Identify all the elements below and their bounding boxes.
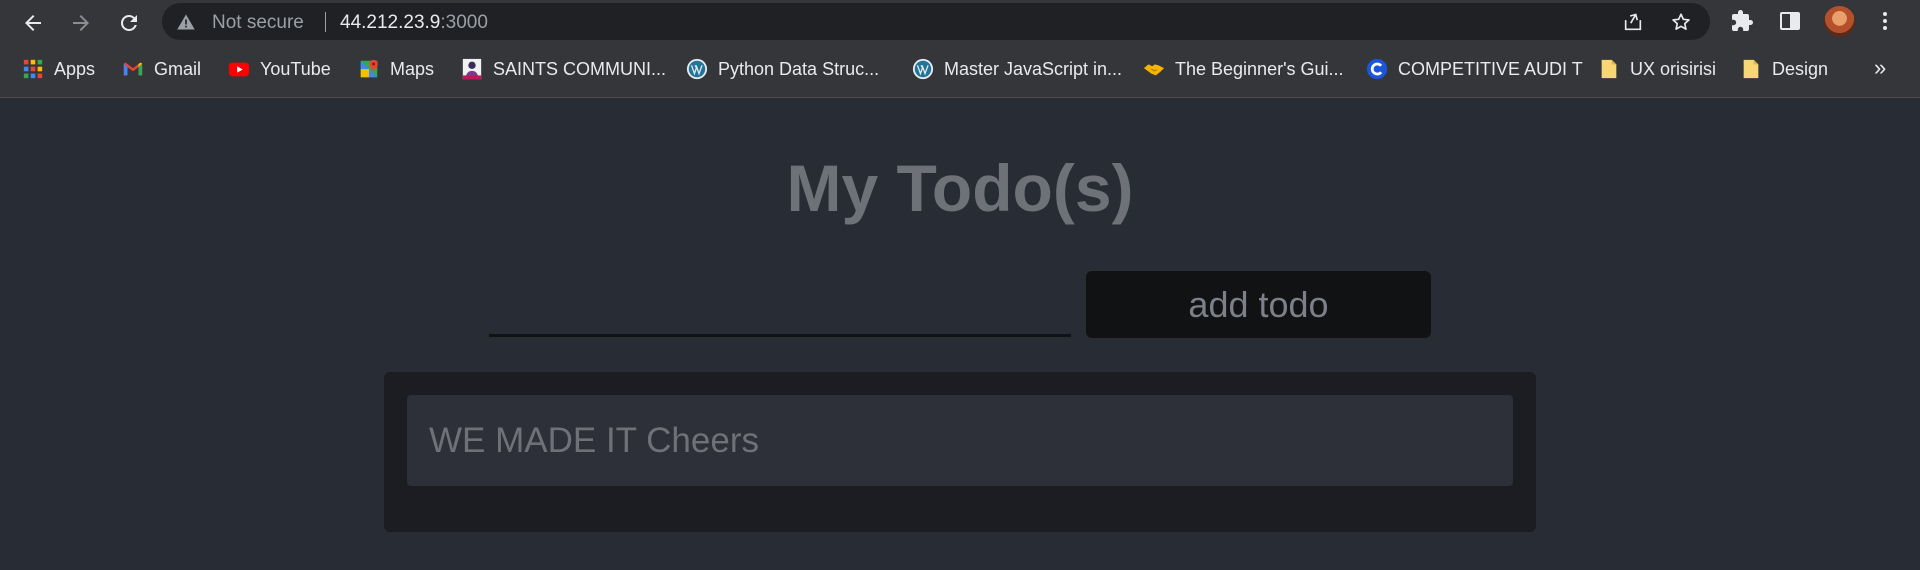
bookmark-label: Apps [54,58,96,79]
saints-avatar-icon [461,58,483,80]
gmail-icon [122,58,144,80]
omnibox-divider [325,12,326,32]
bookmark-youtube[interactable]: YouTube [228,57,331,81]
bookmark-label: SAINTS COMMUNI... [493,58,667,79]
todo-item[interactable]: WE MADE IT Cheers [407,395,1513,486]
bookmark-competitive-audit[interactable]: COMPETITIVE AUDI T [1366,57,1583,81]
browser-toolbar: Not secure 44.212.23.9:3000 [0,0,1920,43]
bookmark-label: Master JavaScript in... [944,58,1123,79]
warning-icon[interactable] [176,12,196,32]
star-icon[interactable] [1670,11,1692,33]
security-status-label[interactable]: Not secure [212,12,304,34]
forward-button[interactable] [64,6,98,40]
bookmarks-bar: Apps Gmail YouTube Maps SAINTS COMMUNI..… [0,43,1920,98]
bookmark-master-javascript[interactable]: Master JavaScript in... [912,57,1122,81]
bookmark-ux-orisirisi[interactable]: UX orisirisi [1598,57,1716,81]
handshake-icon [1143,58,1165,80]
share-icon[interactable] [1622,11,1644,33]
bookmark-label: Gmail [154,58,202,79]
c-logo-icon [1366,58,1388,80]
arrow-right-icon [73,15,89,31]
folder-icon [1740,58,1762,80]
url-host: 44.212.23.9 [340,12,441,33]
wordpress-icon [912,58,934,80]
bookmark-apps[interactable]: Apps [22,57,95,81]
url-text[interactable]: 44.212.23.9:3000 [340,12,488,34]
bookmark-design[interactable]: Design [1740,57,1828,81]
bookmark-maps[interactable]: Maps [358,57,434,81]
bookmark-label: COMPETITIVE AUDI T [1398,58,1583,79]
bookmark-label: UX orisirisi [1630,58,1717,79]
arrow-left-icon [25,15,41,31]
back-button[interactable] [16,6,50,40]
todo-list: WE MADE IT Cheers [384,372,1536,532]
reload-button[interactable] [112,6,146,40]
more-menu-icon[interactable] [1872,8,1898,34]
address-bar[interactable]: Not secure 44.212.23.9:3000 [162,3,1710,40]
side-panel-icon[interactable] [1777,8,1803,34]
youtube-icon [228,58,250,80]
bookmark-gmail[interactable]: Gmail [122,57,201,81]
bookmarks-overflow-button[interactable]: » [1874,55,1886,81]
bookmark-label: Design [1772,58,1829,79]
bookmark-label: The Beginner's Gui... [1175,58,1344,79]
extensions-puzzle-icon[interactable] [1729,8,1755,34]
url-port: :3000 [440,12,488,33]
maps-icon [358,58,380,80]
bookmark-label: Python Data Struc... [718,58,880,79]
page-title: My Todo(s) [786,151,1134,225]
profile-avatar[interactable] [1824,6,1855,37]
todo-input[interactable] [489,290,1071,337]
bookmark-label: YouTube [260,58,331,79]
wordpress-icon [686,58,708,80]
bookmark-beginners-guide[interactable]: The Beginner's Gui... [1143,57,1344,81]
folder-icon [1598,58,1620,80]
apps-grid-icon [22,58,44,80]
bookmark-saints-community[interactable]: SAINTS COMMUNI... [461,57,666,81]
add-todo-button[interactable]: add todo [1086,271,1431,338]
bookmark-label: Maps [390,58,435,79]
todo-item-text: WE MADE IT Cheers [429,421,759,460]
bookmark-python-data-structures[interactable]: Python Data Struc... [686,57,879,81]
reload-icon [120,14,137,31]
